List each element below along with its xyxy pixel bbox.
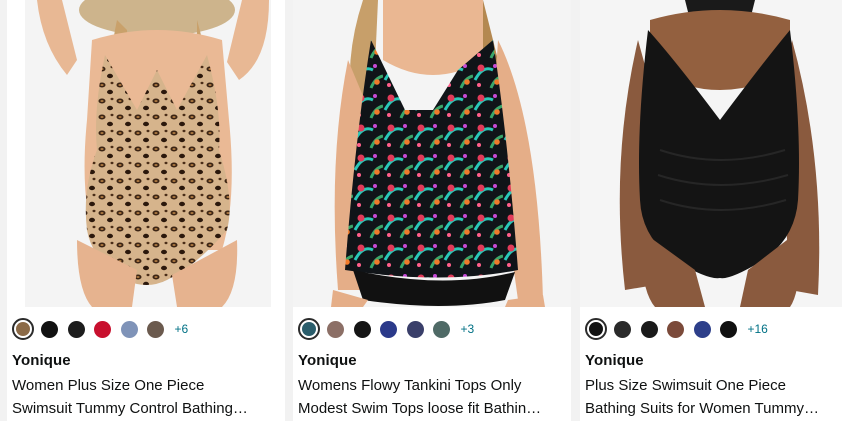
color-swatches: +3 — [298, 318, 474, 340]
color-swatch[interactable] — [667, 320, 684, 338]
product-card[interactable]: +3 Yonique Womens Flowy Tankini Tops Onl… — [293, 0, 571, 421]
product-title-line: Modest Swim Tops loose fit Bathin… — [298, 400, 542, 417]
product-title-line: Swimsuit Tummy Control Bathing… — [12, 400, 248, 417]
product-title-line: Bathing Suits for Women Tummy… — [585, 400, 819, 417]
product-image[interactable] — [293, 0, 571, 307]
color-swatch[interactable] — [640, 320, 658, 338]
product-card[interactable]: +16 Yonique Plus Size Swimsuit One Piece… — [580, 0, 842, 421]
color-swatch[interactable] — [380, 320, 397, 338]
color-swatches: +6 — [12, 318, 188, 340]
product-image[interactable] — [580, 0, 842, 307]
color-swatch[interactable] — [298, 318, 320, 340]
product-image[interactable] — [7, 0, 285, 307]
product-title-link[interactable]: Womens Flowy Tankini Tops Only Modest Sw… — [298, 374, 564, 420]
product-title-line: Women Plus Size One Piece — [12, 377, 205, 394]
color-swatch[interactable] — [433, 320, 450, 338]
color-swatch[interactable] — [693, 320, 711, 338]
color-swatch[interactable] — [120, 320, 138, 338]
color-swatches: +16 — [585, 318, 768, 340]
color-swatch[interactable] — [67, 320, 85, 338]
color-swatch[interactable] — [12, 318, 34, 340]
color-swatch[interactable] — [614, 320, 631, 338]
color-swatch[interactable] — [41, 320, 58, 338]
color-swatch[interactable] — [720, 320, 737, 338]
more-colors-link[interactable]: +6 — [175, 322, 189, 336]
product-card[interactable]: +6 Yonique Women Plus Size One Piece Swi… — [7, 0, 285, 421]
color-swatch[interactable] — [585, 318, 607, 340]
brand-name: Yonique — [585, 352, 644, 369]
color-swatch[interactable] — [327, 320, 344, 338]
product-title-line: Plus Size Swimsuit One Piece — [585, 377, 786, 394]
color-swatch[interactable] — [94, 320, 111, 338]
more-colors-link[interactable]: +16 — [748, 322, 768, 336]
product-title-link[interactable]: Plus Size Swimsuit One Piece Bathing Sui… — [585, 374, 842, 420]
product-title-line: Womens Flowy Tankini Tops Only — [298, 377, 522, 394]
color-swatch[interactable] — [147, 320, 164, 338]
product-grid: +6 Yonique Women Plus Size One Piece Swi… — [0, 0, 842, 421]
color-swatch[interactable] — [353, 320, 371, 338]
color-swatch[interactable] — [406, 320, 424, 338]
brand-name: Yonique — [12, 352, 71, 369]
brand-name: Yonique — [298, 352, 357, 369]
more-colors-link[interactable]: +3 — [461, 322, 475, 336]
product-title-link[interactable]: Women Plus Size One Piece Swimsuit Tummy… — [12, 374, 278, 420]
